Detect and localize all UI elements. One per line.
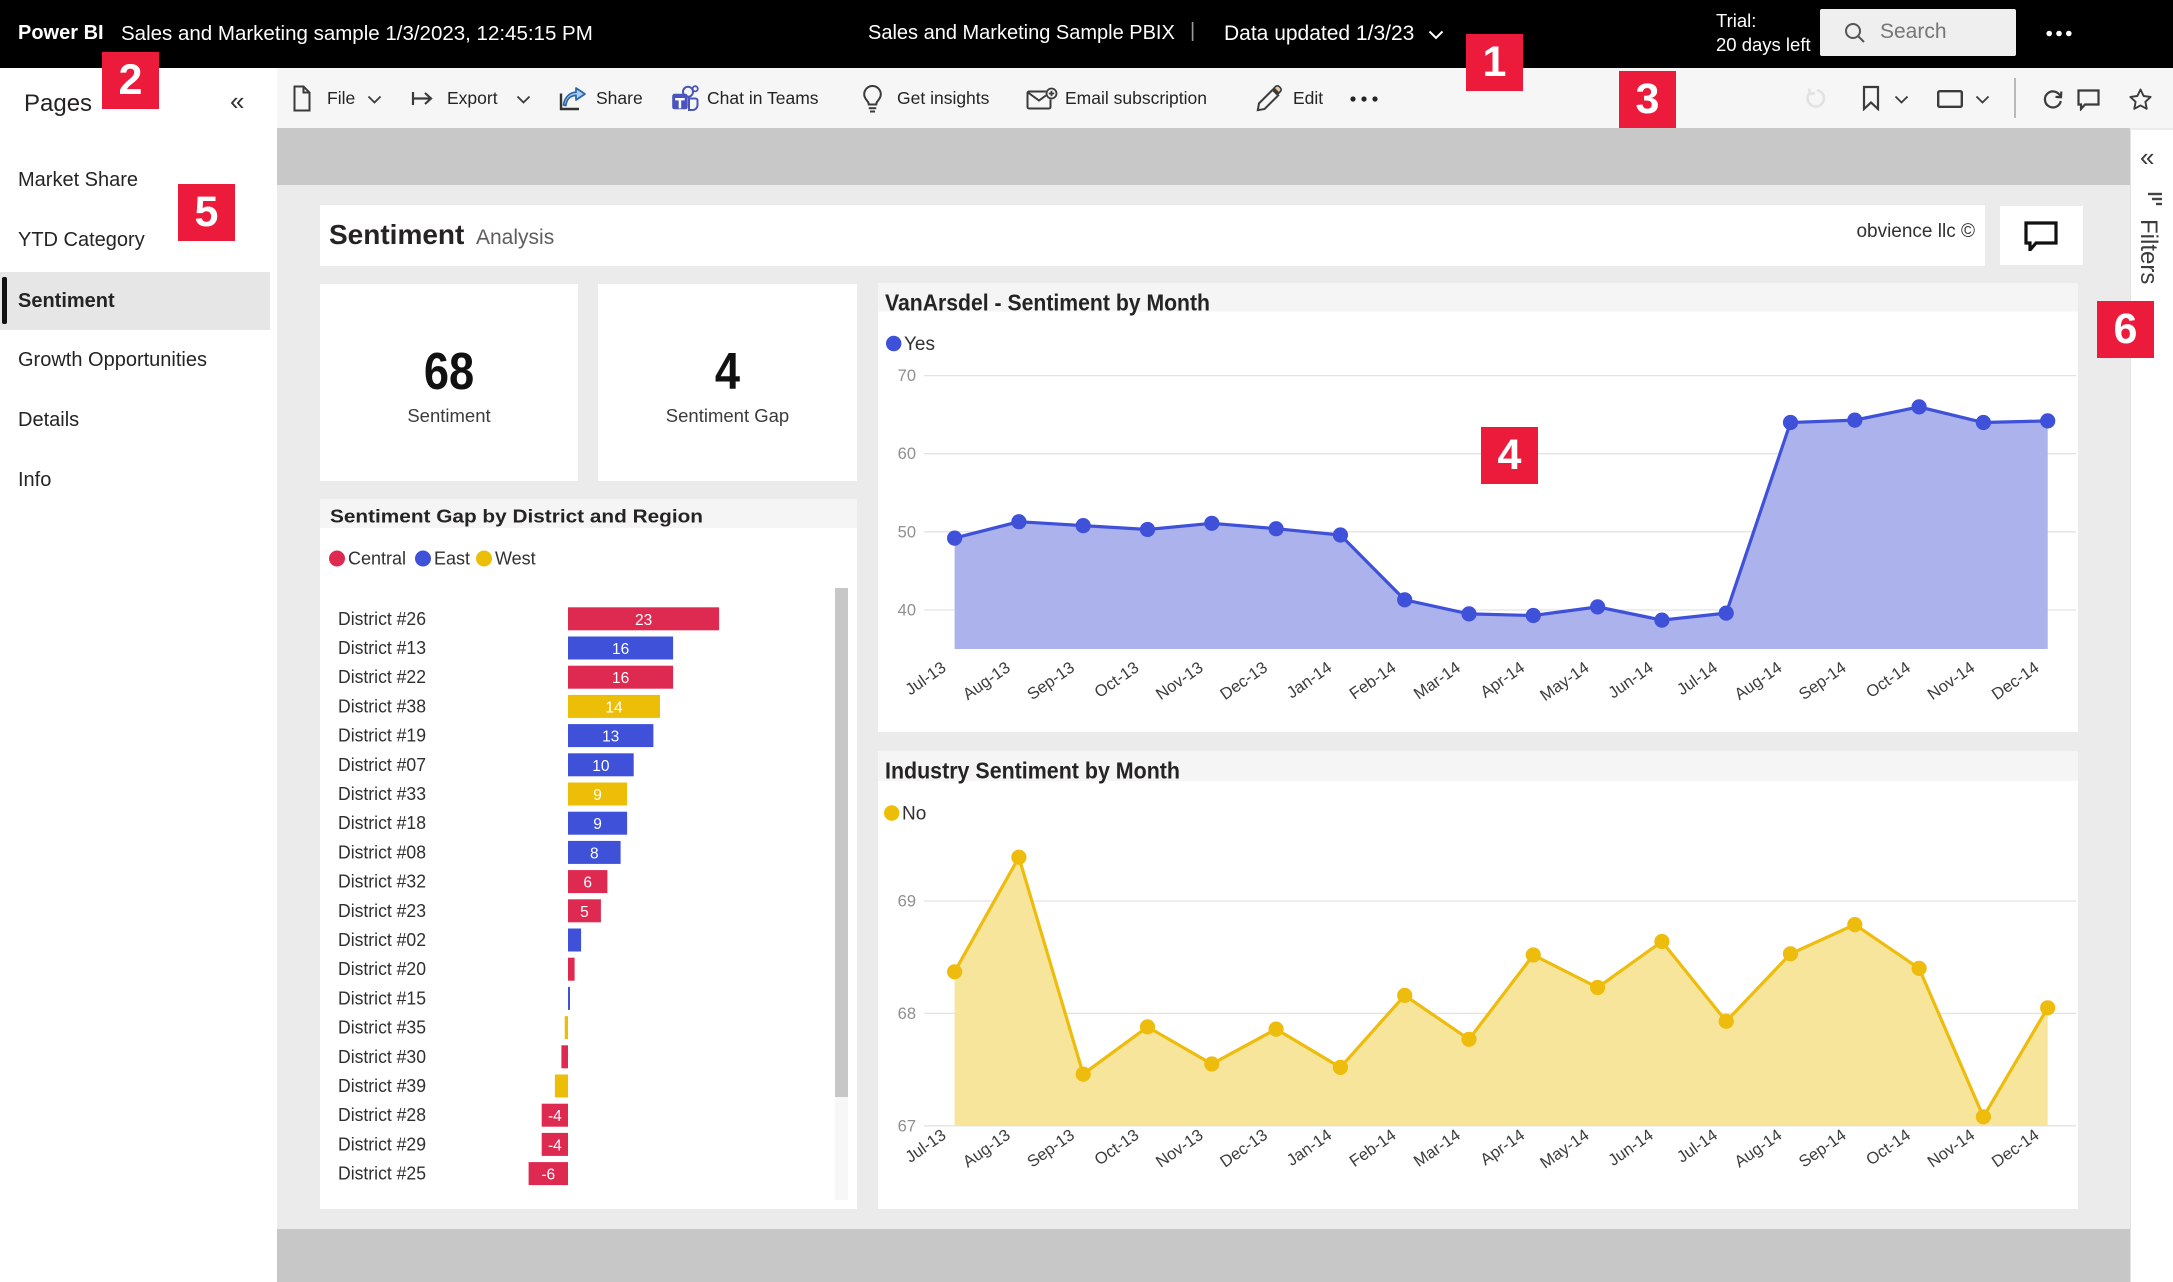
svg-text:District #35: District #35 (338, 1018, 426, 1038)
svg-text:May-14: May-14 (1537, 1126, 1592, 1172)
svg-text:Nov-14: Nov-14 (1924, 1126, 1978, 1171)
svg-text:Apr-14: Apr-14 (1477, 1126, 1528, 1169)
svg-text:VanArsdel - Sentiment by Month: VanArsdel - Sentiment by Month (885, 290, 1210, 316)
svg-text:District #13: District #13 (338, 638, 426, 658)
svg-text:District #32: District #32 (338, 872, 426, 892)
svg-text:District #38: District #38 (338, 696, 426, 716)
svg-text:16: 16 (612, 641, 629, 658)
svg-text:District #26: District #26 (338, 609, 426, 629)
svg-text:69: 69 (898, 893, 916, 911)
svg-text:May-14: May-14 (1537, 659, 1592, 705)
svg-text:Feb-14: Feb-14 (1346, 659, 1399, 704)
svg-text:District #19: District #19 (338, 726, 426, 746)
svg-text:Aug-13: Aug-13 (960, 659, 1014, 704)
svg-text:9: 9 (593, 787, 602, 804)
svg-text:5: 5 (580, 904, 589, 921)
svg-text:-4: -4 (548, 1108, 562, 1125)
svg-text:-6: -6 (541, 1167, 555, 1184)
svg-text:Jul-14: Jul-14 (1674, 1126, 1721, 1167)
svg-text:13: 13 (602, 729, 619, 746)
svg-text:District #15: District #15 (338, 988, 426, 1008)
svg-text:Oct-14: Oct-14 (1863, 1126, 1914, 1169)
svg-text:67: 67 (898, 1117, 916, 1135)
svg-text:Jul-14: Jul-14 (1674, 659, 1721, 700)
svg-text:Dec-14: Dec-14 (1989, 1126, 2043, 1171)
svg-text:Oct-13: Oct-13 (1091, 659, 1142, 702)
svg-text:Dec-14: Dec-14 (1989, 659, 2043, 704)
svg-text:No: No (902, 804, 926, 825)
svg-text:Central: Central (348, 549, 406, 569)
svg-text:Oct-14: Oct-14 (1863, 659, 1914, 702)
svg-text:District #07: District #07 (338, 755, 426, 775)
svg-text:District #28: District #28 (338, 1105, 426, 1125)
svg-text:Sentiment Gap by District and: Sentiment Gap by District and Region (330, 507, 703, 527)
svg-text:East: East (434, 549, 470, 569)
svg-text:District #39: District #39 (338, 1076, 426, 1096)
svg-text:Industry Sentiment by Month: Industry Sentiment by Month (885, 758, 1180, 784)
svg-text:Sep-14: Sep-14 (1796, 659, 1850, 704)
svg-text:70: 70 (898, 367, 916, 385)
svg-text:-4: -4 (548, 1137, 562, 1154)
svg-text:Aug-14: Aug-14 (1731, 659, 1785, 704)
svg-text:Apr-14: Apr-14 (1477, 659, 1528, 702)
svg-text:Jan-14: Jan-14 (1284, 1126, 1336, 1170)
svg-text:Jun-14: Jun-14 (1605, 659, 1657, 703)
svg-text:District #25: District #25 (338, 1164, 426, 1184)
svg-text:District #30: District #30 (338, 1047, 426, 1067)
svg-text:Dec-13: Dec-13 (1217, 659, 1271, 704)
svg-text:9: 9 (593, 816, 602, 833)
svg-text:District #18: District #18 (338, 813, 426, 833)
svg-text:Mar-14: Mar-14 (1411, 1126, 1464, 1171)
svg-text:District #08: District #08 (338, 842, 426, 862)
svg-text:District #23: District #23 (338, 901, 426, 921)
svg-text:14: 14 (605, 699, 623, 716)
svg-text:Aug-13: Aug-13 (960, 1126, 1014, 1171)
svg-text:Jul-13: Jul-13 (902, 659, 949, 700)
svg-text:16: 16 (612, 670, 629, 687)
svg-text:District #33: District #33 (338, 784, 426, 804)
svg-text:10: 10 (592, 758, 610, 775)
svg-text:40: 40 (898, 602, 916, 620)
svg-text:Dec-13: Dec-13 (1217, 1126, 1271, 1171)
svg-text:23: 23 (635, 612, 652, 629)
svg-text:West: West (495, 549, 536, 569)
svg-text:Jan-14: Jan-14 (1284, 659, 1336, 703)
svg-text:60: 60 (898, 445, 916, 463)
svg-text:District #29: District #29 (338, 1134, 426, 1154)
svg-text:68: 68 (898, 1005, 916, 1023)
svg-text:Jun-14: Jun-14 (1605, 1126, 1657, 1170)
svg-text:Nov-13: Nov-13 (1153, 1126, 1207, 1171)
svg-text:District #22: District #22 (338, 667, 426, 687)
svg-text:Feb-14: Feb-14 (1346, 1126, 1399, 1171)
svg-text:Sep-13: Sep-13 (1024, 659, 1078, 704)
svg-text:Oct-13: Oct-13 (1091, 1126, 1142, 1169)
svg-text:Sep-13: Sep-13 (1024, 1126, 1078, 1171)
svg-text:50: 50 (898, 523, 916, 541)
svg-text:District #02: District #02 (338, 930, 426, 950)
svg-text:District #20: District #20 (338, 959, 426, 979)
svg-text:Nov-13: Nov-13 (1153, 659, 1207, 704)
svg-text:Sep-14: Sep-14 (1796, 1126, 1850, 1171)
svg-text:Yes: Yes (904, 334, 935, 355)
svg-text:8: 8 (590, 845, 599, 862)
svg-text:6: 6 (583, 875, 592, 892)
svg-text:Aug-14: Aug-14 (1731, 1126, 1785, 1171)
svg-text:Mar-14: Mar-14 (1411, 659, 1464, 704)
svg-text:Nov-14: Nov-14 (1924, 659, 1978, 704)
